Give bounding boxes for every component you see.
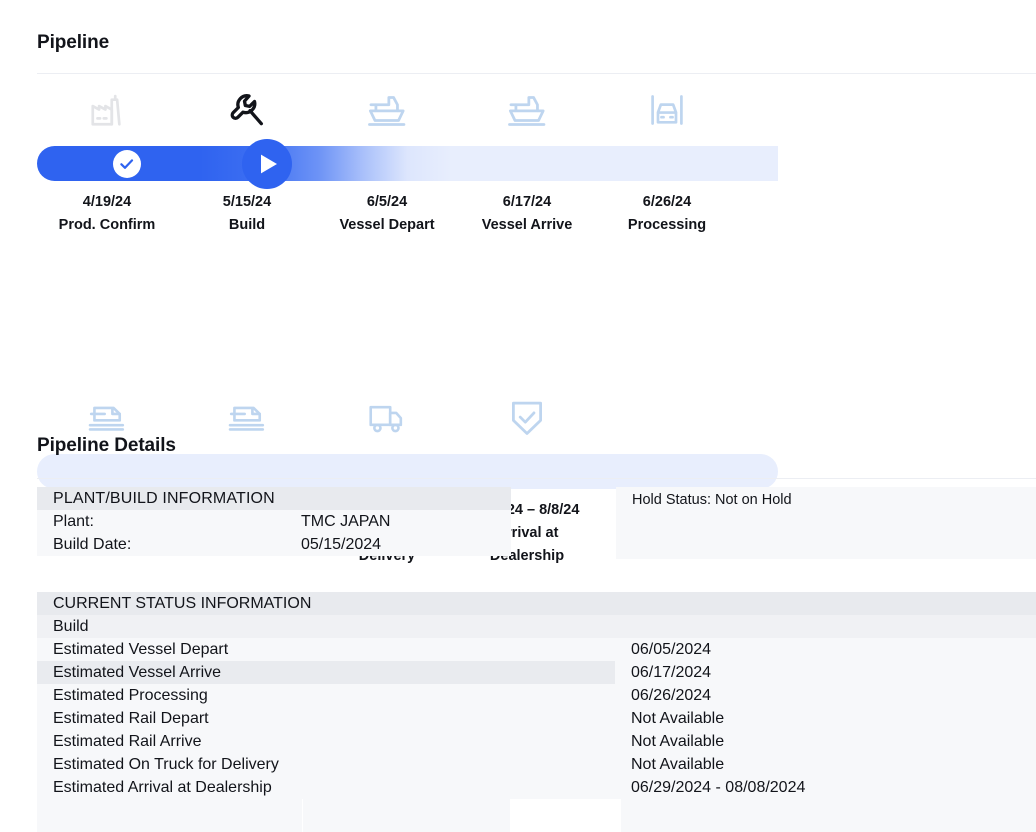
current-status-subheader-row: Build bbox=[37, 615, 1036, 638]
row-label: Estimated Processing bbox=[53, 686, 208, 704]
stage-node-prod-confirm[interactable] bbox=[113, 149, 141, 178]
table-row: Estimated Arrival at Dealership 06/29/20… bbox=[37, 776, 1036, 799]
stage-icon-spacer bbox=[597, 392, 737, 444]
stage-date: 6/26/24 bbox=[642, 194, 692, 210]
footer-cell bbox=[303, 799, 510, 832]
pipeline-tracker: 4/19/24 Prod. Confirm 5/15/24 Build 6/5/… bbox=[0, 78, 1036, 564]
hold-status-block: Hold Status: Not on Hold bbox=[616, 487, 1036, 559]
row-label: Estimated Vessel Depart bbox=[53, 640, 229, 658]
details-title: Pipeline Details bbox=[37, 435, 176, 456]
stage-date: 4/19/24 bbox=[82, 194, 132, 210]
row-value: 05/15/2024 bbox=[301, 535, 382, 553]
row-value: 06/05/2024 bbox=[631, 640, 712, 658]
title-divider bbox=[37, 73, 1036, 74]
footer-cell bbox=[621, 799, 1036, 832]
footer-cell bbox=[37, 799, 302, 832]
row-label: Estimated On Truck for Delivery bbox=[53, 755, 279, 773]
table-row: Estimated Vessel Depart 06/05/2024 bbox=[37, 638, 1036, 661]
wrench-icon bbox=[227, 90, 267, 130]
ship-icon bbox=[367, 93, 407, 127]
row-label: Estimated Vessel Arrive bbox=[53, 663, 222, 681]
row-label: Plant: bbox=[53, 512, 94, 530]
table-footer-strip bbox=[37, 799, 1036, 832]
plant-build-header: PLANT/BUILD INFORMATION bbox=[53, 489, 275, 507]
row-value: 06/29/2024 - 08/08/2024 bbox=[631, 778, 806, 796]
table-row: Estimated Rail Arrive Not Available bbox=[37, 730, 1036, 753]
row-label: Estimated Rail Depart bbox=[53, 709, 209, 727]
row-value: Not Available bbox=[631, 732, 725, 750]
footer-cell-highlight bbox=[510, 799, 620, 832]
stage-date: 6/17/24 bbox=[502, 194, 552, 210]
stage-icon-vessel-arrive[interactable] bbox=[457, 84, 597, 136]
plant-build-block: PLANT/BUILD INFORMATION Plant: TMC JAPAN… bbox=[37, 487, 1036, 559]
progress-track-2 bbox=[37, 454, 778, 489]
row-value: 06/26/2024 bbox=[631, 686, 712, 704]
car-processing-icon bbox=[649, 92, 685, 128]
hold-status-text: Hold Status: Not on Hold bbox=[632, 492, 792, 508]
stage-icon-processing[interactable] bbox=[597, 84, 737, 136]
details-divider bbox=[37, 478, 1036, 479]
train-icon bbox=[88, 403, 126, 433]
stage-icon-on-truck[interactable] bbox=[317, 392, 457, 444]
factory-icon bbox=[88, 91, 126, 129]
plant-build-header-row: PLANT/BUILD INFORMATION bbox=[37, 487, 511, 510]
stage-icon-arrival-dealership[interactable] bbox=[457, 392, 597, 444]
table-row: Estimated On Truck for Delivery Not Avai… bbox=[37, 753, 1036, 776]
pipeline-row-1-icons bbox=[37, 84, 777, 136]
play-icon bbox=[256, 153, 279, 175]
stage-icon-build[interactable] bbox=[177, 84, 317, 136]
current-status-table: CURRENT STATUS INFORMATION Build Estimat… bbox=[37, 592, 1036, 799]
stage-date: 5/15/24 bbox=[222, 194, 272, 210]
table-row: Build Date: 05/15/2024 bbox=[37, 533, 511, 556]
table-row: Plant: TMC JAPAN bbox=[37, 510, 511, 533]
pipeline-row-1: 4/19/24 Prod. Confirm 5/15/24 Build 6/5/… bbox=[0, 78, 1036, 233]
truck-icon bbox=[368, 402, 406, 434]
stage-icon-vessel-depart[interactable] bbox=[317, 84, 457, 136]
plant-build-table: PLANT/BUILD INFORMATION Plant: TMC JAPAN… bbox=[37, 487, 511, 556]
page-title: Pipeline bbox=[37, 32, 110, 53]
row-label: Estimated Arrival at Dealership bbox=[53, 778, 272, 796]
table-row: Estimated Vessel Arrive 06/17/2024 bbox=[37, 661, 1036, 684]
stage-icon-prod-confirm[interactable] bbox=[37, 84, 177, 136]
pipeline-progress-bar-2[interactable] bbox=[37, 454, 778, 489]
row-value: Not Available bbox=[631, 755, 725, 773]
row-value: TMC JAPAN bbox=[301, 512, 391, 530]
row-label: Build Date: bbox=[53, 535, 132, 553]
current-status-header: CURRENT STATUS INFORMATION bbox=[53, 594, 312, 612]
stage-icon-rail-arrive[interactable] bbox=[177, 392, 317, 444]
row-label: Estimated Rail Arrive bbox=[53, 732, 202, 750]
current-status-subheader: Build bbox=[53, 617, 89, 635]
stage-node-build[interactable] bbox=[242, 138, 292, 189]
pipeline-row-2: Not Available Rail Depart Not Available … bbox=[0, 228, 1036, 564]
shield-check-icon bbox=[510, 399, 544, 437]
row-value: Not Available bbox=[631, 709, 725, 727]
pipeline-progress-bar-1[interactable] bbox=[37, 138, 778, 189]
check-circle-icon bbox=[114, 150, 140, 177]
train-icon bbox=[228, 403, 266, 433]
progress-track-1 bbox=[37, 146, 778, 181]
stage-date: 6/5/24 bbox=[366, 194, 408, 210]
current-status-header-row: CURRENT STATUS INFORMATION bbox=[37, 592, 1036, 615]
ship-icon bbox=[507, 93, 547, 127]
table-row: Estimated Processing 06/26/2024 bbox=[37, 684, 1036, 707]
row-value: 06/17/2024 bbox=[615, 661, 1036, 684]
pipeline-page: Pipeline 4/19/24 Prod. Confirm 5/15/24 B… bbox=[0, 0, 1036, 832]
table-row: Estimated Rail Depart Not Available bbox=[37, 707, 1036, 730]
